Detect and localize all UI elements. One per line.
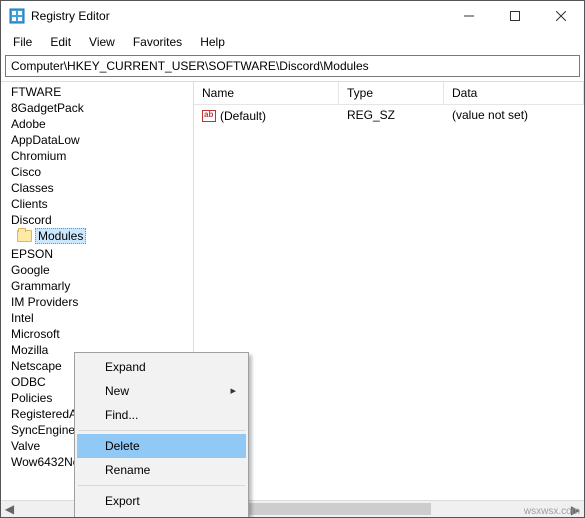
context-expand[interactable]: Expand — [77, 355, 246, 379]
window-controls — [446, 1, 584, 31]
minimize-button[interactable] — [446, 1, 492, 31]
list-rows: (Default) REG_SZ (value not set) — [194, 105, 584, 517]
scroll-left-icon[interactable]: ◀ — [1, 501, 18, 518]
tree-item[interactable]: EPSON — [1, 246, 193, 262]
tree-item[interactable]: Microsoft — [1, 326, 193, 342]
watermark: wsxwsx.com — [524, 506, 580, 517]
tree-item[interactable]: Chromium — [1, 148, 193, 164]
maximize-button[interactable] — [492, 1, 538, 31]
context-permissions[interactable]: Permissions... — [77, 513, 246, 517]
context-delete[interactable]: Delete — [77, 434, 246, 458]
context-export[interactable]: Export — [77, 489, 246, 513]
tree-item[interactable]: Adobe — [1, 116, 193, 132]
header-data[interactable]: Data — [444, 82, 584, 104]
address-bar — [5, 55, 580, 77]
context-find[interactable]: Find... — [77, 403, 246, 427]
tree-item[interactable]: Google — [1, 262, 193, 278]
tree-item[interactable]: Classes — [1, 180, 193, 196]
context-new[interactable]: New — [77, 379, 246, 403]
tree-item-selected[interactable]: Modules — [9, 227, 191, 245]
tree-item[interactable]: Discord Modules — [1, 212, 193, 246]
tree-item[interactable]: Clients — [1, 196, 193, 212]
scrollbar-track[interactable] — [211, 501, 567, 517]
tree-item[interactable]: IM Providers — [1, 294, 193, 310]
context-rename[interactable]: Rename — [77, 458, 246, 482]
folder-icon — [17, 230, 32, 242]
string-value-icon — [202, 110, 216, 122]
separator — [78, 485, 245, 486]
tree-item[interactable]: Grammarly — [1, 278, 193, 294]
tree-item[interactable]: Intel — [1, 310, 193, 326]
list-view[interactable]: Name Type Data (Default) REG_SZ (value n… — [194, 82, 584, 517]
context-menu: Expand New Find... Delete Rename Export … — [74, 352, 249, 517]
tree-item[interactable]: FTWARE — [1, 84, 193, 100]
list-headers: Name Type Data — [194, 82, 584, 105]
menubar: File Edit View Favorites Help — [1, 31, 584, 53]
tree-item[interactable]: 8GadgetPack — [1, 100, 193, 116]
menu-help[interactable]: Help — [192, 33, 233, 51]
header-type[interactable]: Type — [339, 82, 444, 104]
titlebar: Registry Editor — [1, 1, 584, 31]
separator — [78, 430, 245, 431]
header-name[interactable]: Name — [194, 82, 339, 104]
menu-favorites[interactable]: Favorites — [125, 33, 190, 51]
menu-view[interactable]: View — [81, 33, 123, 51]
tree-item[interactable]: Cisco — [1, 164, 193, 180]
tree-item[interactable]: AppDataLow — [1, 132, 193, 148]
value-name: (Default) — [220, 109, 266, 123]
menu-edit[interactable]: Edit — [42, 33, 79, 51]
menu-file[interactable]: File — [5, 33, 40, 51]
close-button[interactable] — [538, 1, 584, 31]
window-title: Registry Editor — [31, 9, 446, 23]
address-input[interactable] — [5, 55, 580, 77]
list-row[interactable]: (Default) REG_SZ (value not set) — [194, 105, 584, 126]
regedit-icon — [9, 8, 25, 24]
value-data: (value not set) — [444, 107, 584, 124]
main-area: FTWARE 8GadgetPack Adobe AppDataLow Chro… — [1, 81, 584, 517]
value-type: REG_SZ — [339, 107, 444, 124]
